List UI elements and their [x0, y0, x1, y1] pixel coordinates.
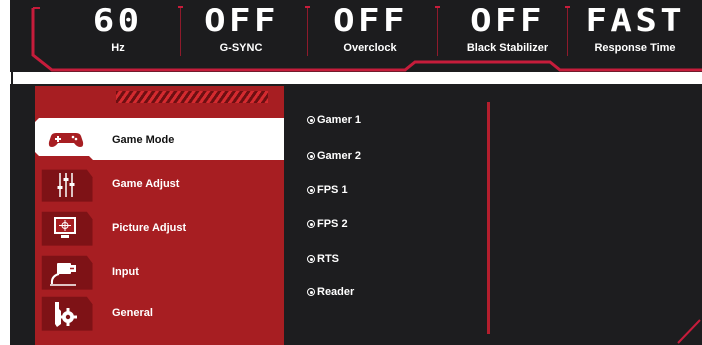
- wrench-gear-icon: [38, 293, 94, 333]
- menu-item-label: Game Mode: [112, 134, 175, 146]
- option-reader[interactable]: Reader: [307, 286, 354, 298]
- radio-selected-icon: [307, 255, 315, 263]
- radio-selected-icon: [307, 116, 315, 124]
- gamepad-icon: [38, 120, 94, 160]
- option-label: FPS 2: [317, 218, 348, 230]
- menu-item-label: Game Adjust: [112, 178, 180, 190]
- option-label: RTS: [317, 253, 339, 265]
- option-gamer-2[interactable]: Gamer 2: [307, 150, 361, 162]
- menu-item-game-mode[interactable]: Game Mode: [35, 120, 284, 160]
- radio-selected-icon: [307, 288, 315, 296]
- option-gamer-1[interactable]: Gamer 1: [307, 114, 361, 126]
- menu-item-input[interactable]: Input: [35, 252, 284, 292]
- hatch-decoration: [116, 91, 268, 103]
- menu-item-picture-adjust[interactable]: Picture Adjust: [35, 208, 284, 248]
- radio-selected-icon: [307, 152, 315, 160]
- input-icon: [38, 252, 94, 292]
- option-label: Gamer 1: [317, 114, 362, 126]
- corner-accent: [677, 319, 701, 344]
- sliders-icon: [38, 164, 94, 204]
- menu-item-label: Input: [112, 266, 139, 278]
- menu-item-label: Picture Adjust: [112, 222, 187, 234]
- monitor-icon: [38, 208, 94, 248]
- radio-selected-icon: [307, 220, 315, 228]
- option-fps-1[interactable]: FPS 1: [307, 184, 348, 196]
- option-rts[interactable]: RTS: [307, 253, 339, 265]
- option-label: Reader: [317, 286, 355, 298]
- option-fps-2[interactable]: FPS 2: [307, 218, 348, 230]
- menu-item-general[interactable]: General: [35, 293, 284, 333]
- radio-selected-icon: [307, 186, 315, 194]
- menu-item-label: General: [112, 307, 153, 319]
- option-label: Gamer 2: [317, 150, 362, 162]
- panel-divider: [487, 102, 490, 334]
- option-label: FPS 1: [317, 184, 348, 196]
- osd-screen: 60 Hz OFF G-SYNC OFF Overclock OFF Black…: [0, 0, 702, 345]
- menu-item-game-adjust[interactable]: Game Adjust: [35, 164, 284, 204]
